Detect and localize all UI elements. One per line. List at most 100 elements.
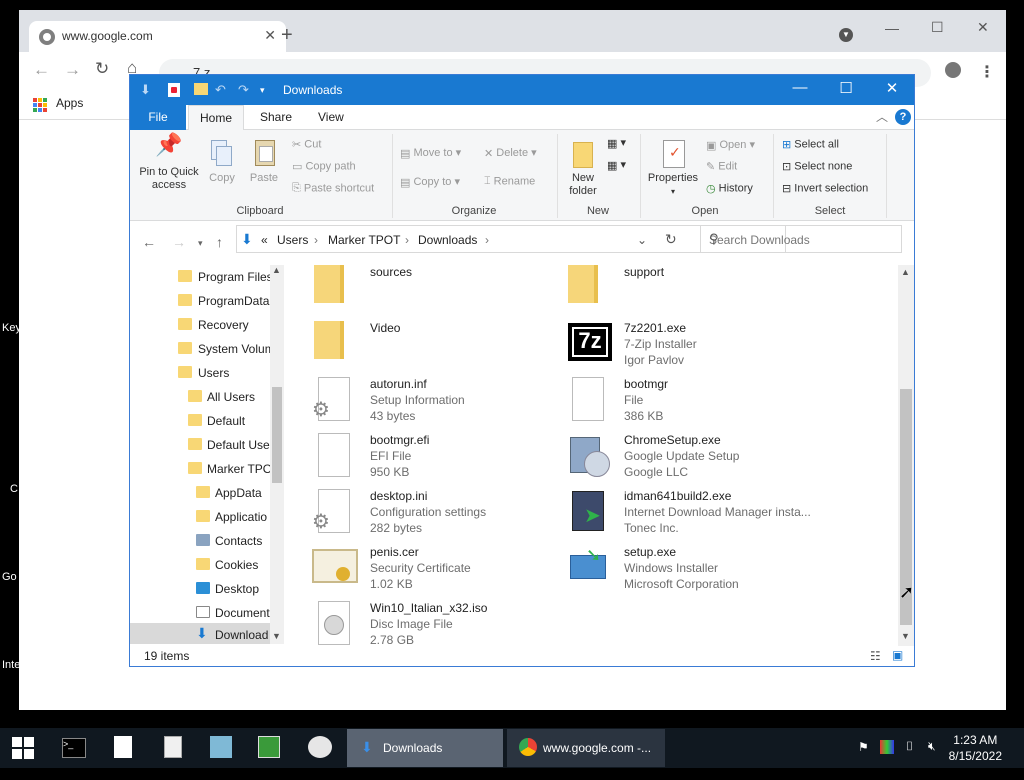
breadcrumb-marker-tpot[interactable]: Marker TPOT — [328, 233, 400, 247]
nav-scrollbar[interactable]: ▲ ▼ — [270, 265, 284, 644]
minimize-button[interactable]: — — [780, 79, 820, 96]
forward-icon[interactable]: → — [64, 60, 81, 80]
redo-icon[interactable]: ↷ — [238, 82, 249, 98]
file-item[interactable]: sources — [312, 265, 562, 319]
scroll-down-icon[interactable]: ▼ — [901, 631, 910, 641]
recent-locations-icon[interactable]: ▾ — [198, 238, 203, 249]
help-icon[interactable]: ? — [895, 109, 911, 125]
paste-button[interactable]: Paste — [244, 138, 284, 185]
scroll-down-icon[interactable]: ▼ — [272, 631, 281, 641]
reload-icon[interactable]: ↻ — [95, 59, 109, 79]
tab-title: www.google.com — [62, 29, 153, 43]
volume-mute-icon[interactable]: 🔇︎ — [928, 739, 936, 779]
app-icon[interactable] — [210, 736, 232, 758]
new-folder-button[interactable]: New folder — [560, 138, 606, 198]
forward-icon[interactable]: → — [172, 234, 186, 250]
back-icon[interactable]: ← — [33, 60, 50, 80]
select-none-button[interactable]: ⊡ Select none — [782, 160, 852, 173]
collapse-ribbon-icon[interactable]: ︿ — [876, 108, 888, 125]
properties-icon[interactable] — [168, 83, 180, 97]
taskbar-window-downloads[interactable]: ⬇ Downloads — [347, 729, 503, 767]
breadcrumb-overflow[interactable]: « — [261, 233, 268, 247]
file-item[interactable]: ➘ setup.exe Windows Installer Microsoft … — [566, 545, 816, 599]
scroll-thumb[interactable] — [272, 387, 282, 483]
address-dropdown-icon[interactable]: ⌄ — [637, 233, 647, 247]
scroll-up-icon[interactable]: ▲ — [272, 265, 281, 275]
desktop-icon-label[interactable]: Go — [2, 571, 17, 583]
open-button[interactable]: ▣ Open ▾ — [706, 138, 755, 152]
maximize-button[interactable]: ☐ — [826, 79, 866, 97]
scroll-up-icon[interactable]: ▲ — [901, 267, 910, 277]
breadcrumb-downloads[interactable]: Downloads — [418, 233, 477, 247]
file-icon[interactable] — [164, 736, 182, 758]
copy-to-button[interactable]: ▤ Copy to ▾ — [400, 175, 460, 189]
rename-button[interactable]: ⌶ Rename — [484, 175, 535, 188]
cmd-icon[interactable]: >_ — [62, 738, 86, 758]
delete-button[interactable]: ✕ Delete ▾ — [484, 146, 537, 160]
tab-share[interactable]: Share — [260, 110, 292, 124]
desktop-icon-label[interactable]: C — [10, 483, 18, 495]
copy-path-button[interactable]: ▭ Copy path — [292, 160, 356, 173]
notepad-icon[interactable] — [114, 736, 132, 758]
file-item[interactable]: ⚙ autorun.inf Setup Information 43 bytes — [312, 377, 562, 431]
quick-access-down-icon[interactable]: ⬇ — [140, 82, 151, 98]
search-box[interactable]: Search Downloads ⚲ — [700, 225, 902, 253]
file-item[interactable]: support — [566, 265, 816, 319]
file-item[interactable]: 7z 7z2201.exe 7-Zip Installer Igor Pavlo… — [566, 321, 816, 375]
move-to-button[interactable]: ▤ Move to ▾ — [400, 146, 461, 160]
file-item[interactable]: Win10_Italian_x32.iso Disc Image File 2.… — [312, 601, 562, 646]
profile-avatar-icon[interactable] — [945, 62, 961, 78]
tab-search-icon[interactable]: ▼ — [839, 28, 853, 42]
menu-dots-icon[interactable]: ⋮ — [979, 62, 995, 82]
minimize-button[interactable]: — — [885, 20, 899, 36]
desktop-icon-label[interactable]: Inte — [2, 659, 20, 671]
tab-home[interactable]: Home — [188, 105, 244, 131]
task-manager-icon[interactable] — [258, 736, 280, 758]
details-view-icon[interactable]: ☷ — [870, 649, 881, 663]
taskbar-window-chrome[interactable]: www.google.com -... — [507, 729, 665, 767]
edit-button[interactable]: ✎ Edit — [706, 160, 737, 173]
new-tab-button[interactable]: + — [281, 24, 293, 47]
invert-selection-button[interactable]: ⊟ Invert selection — [782, 182, 868, 195]
select-all-button[interactable]: ⊞ Select all — [782, 138, 839, 151]
history-button[interactable]: ◷ History — [706, 182, 753, 195]
undo-icon[interactable]: ↶ — [215, 82, 226, 98]
new-folder-icon[interactable] — [194, 83, 208, 95]
customize-qa-icon[interactable]: ▾ — [260, 85, 265, 96]
file-item[interactable]: ➤ idman641build2.exe Internet Download M… — [566, 489, 816, 543]
file-item[interactable]: penis.cer Security Certificate 1.02 KB — [312, 545, 562, 599]
start-button[interactable] — [12, 737, 34, 759]
tab-view[interactable]: View — [318, 110, 344, 124]
file-item[interactable]: Video — [312, 321, 562, 375]
cut-button[interactable]: ✂ Cut — [292, 138, 321, 151]
usb-icon[interactable]: ⌷ — [906, 739, 913, 779]
clock[interactable]: 1:23 AM 8/15/2022 — [949, 732, 1002, 764]
file-item[interactable]: ChromeSetup.exe Google Update Setup Goog… — [566, 433, 816, 487]
tab-file[interactable]: File — [130, 105, 186, 130]
file-item[interactable]: bootmgr File 386 KB — [566, 377, 816, 431]
paint-icon[interactable] — [308, 736, 332, 758]
pin-to-quick-access-button[interactable]: 📌 Pin to Quick access — [136, 134, 202, 192]
tiles-view-icon[interactable]: ▣ — [892, 648, 903, 662]
file-item[interactable]: ⚙ desktop.ini Configuration settings 282… — [312, 489, 562, 543]
maximize-button[interactable]: ☐ — [931, 19, 944, 36]
close-button[interactable]: ✕ — [977, 19, 989, 36]
easy-access-button[interactable]: ▦ ▾ — [607, 158, 626, 172]
back-icon[interactable]: ← — [142, 234, 156, 250]
breadcrumb-users[interactable]: Users — [277, 233, 308, 247]
new-item-button[interactable]: ▦ ▾ — [607, 136, 626, 150]
nav-item-selected[interactable]: ⬇ Download — [130, 623, 270, 644]
apps-icon[interactable] — [33, 98, 47, 112]
properties-button[interactable]: ✓ Properties ▾ — [644, 138, 702, 198]
refresh-icon[interactable]: ↻ — [665, 231, 677, 248]
copy-button[interactable]: Copy — [202, 138, 242, 185]
up-icon[interactable]: ↑ — [216, 234, 223, 250]
color-icon[interactable] — [880, 740, 894, 754]
paste-shortcut-button[interactable]: ⎘ Paste shortcut — [292, 182, 374, 195]
close-button[interactable]: ✕ — [872, 79, 912, 97]
apps-bookmark[interactable]: Apps — [56, 96, 83, 110]
chrome-tab[interactable]: www.google.com ✕ — [29, 21, 286, 52]
file-item[interactable]: bootmgr.efi EFI File 950 KB — [312, 433, 562, 487]
network-icon[interactable]: ⚑ — [858, 740, 869, 780]
close-tab-icon[interactable]: ✕ — [264, 27, 276, 44]
